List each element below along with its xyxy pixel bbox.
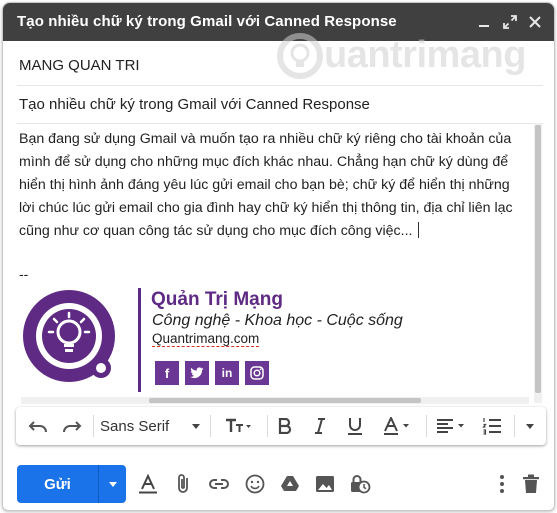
facebook-icon: f: [164, 365, 170, 381]
undo-icon: [28, 421, 47, 433]
body-line: cũng như cơ quan công tác sử dụng cho mụ…: [19, 223, 413, 239]
align-left-icon: [437, 419, 464, 433]
underline-button[interactable]: [343, 414, 367, 438]
more-options-button[interactable]: [490, 472, 514, 496]
recipient-divider: [17, 85, 543, 86]
bold-icon: [278, 418, 292, 434]
text-cursor: [418, 222, 420, 238]
recipient-field[interactable]: MANG QUAN TRI: [19, 57, 541, 74]
message-text: Bạn đang sử dụng Gmail và muốn tạo ra nh…: [17, 128, 529, 243]
google-drive-icon: [281, 476, 299, 491]
photo-icon: [316, 476, 334, 492]
body-line: Bạn đang sử dụng Gmail và muốn tạo ra nh…: [19, 131, 512, 147]
paperclip-icon: [178, 474, 188, 493]
chevron-down-icon: [108, 481, 117, 487]
signature-name: Quản Trị Mạng: [151, 289, 283, 310]
italic-button[interactable]: [308, 414, 332, 438]
body-line: mình để sử dụng cho những mục đích khác …: [19, 154, 509, 170]
numbered-list-icon: [482, 418, 501, 435]
font-size-button[interactable]: [218, 414, 258, 438]
signature-logo-icon: [23, 290, 115, 382]
linkedin-icon: in: [221, 366, 233, 380]
link-icon: [209, 479, 229, 489]
subject-field[interactable]: Tạo nhiều chữ ký trong Gmail với Canned …: [19, 96, 541, 113]
redo-button[interactable]: [60, 414, 84, 438]
linkedin-button[interactable]: in: [215, 361, 239, 385]
subject-divider: [17, 123, 543, 124]
more-vert-icon: [500, 475, 504, 493]
compose-window: Tạo nhiều chữ ký trong Gmail với Canned …: [2, 2, 555, 511]
formatting-toolbar: Sans Serif: [16, 407, 546, 445]
bold-button[interactable]: [273, 414, 297, 438]
underline-icon: [348, 418, 362, 435]
body-line: lời chúc lúc gửi email cho gia đình hay …: [19, 200, 513, 216]
toolbar-separator: [514, 415, 515, 437]
insert-link-button[interactable]: [207, 472, 231, 496]
toolbar-separator: [267, 415, 268, 437]
formatting-options-button[interactable]: [136, 472, 160, 496]
text-color-icon: [384, 417, 409, 435]
send-button[interactable]: Gửi: [17, 465, 98, 503]
discard-draft-button[interactable]: [519, 472, 543, 496]
italic-icon: [315, 418, 325, 434]
facebook-button[interactable]: f: [155, 361, 179, 385]
signature-tagline: Công nghệ - Khoa học - Cuộc sống: [152, 312, 403, 329]
expand-icon: [503, 15, 517, 29]
toolbar-separator: [210, 415, 211, 437]
twitter-button[interactable]: [185, 361, 209, 385]
emoji-icon: [245, 474, 265, 494]
chevron-down-icon: [526, 423, 534, 429]
toolbar-separator: [93, 415, 94, 437]
minimize-icon: [479, 25, 489, 27]
confidential-mode-button[interactable]: [348, 472, 372, 496]
signature-website-link[interactable]: Quantrimang.com: [152, 331, 260, 347]
text-size-icon: [226, 418, 251, 432]
text-color-button[interactable]: [377, 414, 417, 438]
horizontal-scroll-thumb[interactable]: [149, 398, 421, 403]
body-line-last: cũng như cơ quan công tác sử dụng cho mụ…: [19, 220, 529, 243]
attach-file-button[interactable]: [172, 472, 196, 496]
vertical-scrollbar[interactable]: [534, 123, 542, 403]
instagram-button[interactable]: [245, 361, 269, 385]
vertical-scroll-thumb[interactable]: [535, 125, 541, 393]
insert-emoji-button[interactable]: [243, 472, 267, 496]
font-family-value: Sans Serif: [100, 417, 170, 435]
instagram-icon: [250, 366, 264, 380]
send-options-button[interactable]: [98, 465, 126, 503]
align-button[interactable]: [432, 414, 472, 438]
insert-drive-file-button[interactable]: [278, 472, 302, 496]
lock-clock-icon: [351, 475, 371, 494]
message-body[interactable]: Bạn đang sử dụng Gmail và muốn tạo ra nh…: [17, 128, 529, 398]
twitter-icon: [190, 367, 204, 379]
compose-actions-bar: Gửi: [3, 455, 554, 510]
body-line: hiển thị hình ảnh đáng yêu lúc gửi email…: [19, 177, 510, 193]
more-formatting-button[interactable]: [520, 414, 540, 438]
toolbar-separator: [426, 415, 427, 437]
insert-photo-button[interactable]: [313, 472, 337, 496]
signature-divider: [138, 288, 141, 392]
redo-icon: [63, 421, 82, 433]
chevron-down-icon: [192, 423, 200, 429]
signature-separator: --: [19, 266, 29, 282]
undo-button[interactable]: [26, 414, 50, 438]
close-icon: [529, 16, 541, 28]
trash-icon: [523, 474, 539, 493]
font-family-select[interactable]: Sans Serif: [100, 414, 204, 438]
horizontal-scrollbar[interactable]: [21, 397, 529, 404]
numbered-list-button[interactable]: [480, 414, 504, 438]
text-format-icon: [139, 473, 157, 494]
